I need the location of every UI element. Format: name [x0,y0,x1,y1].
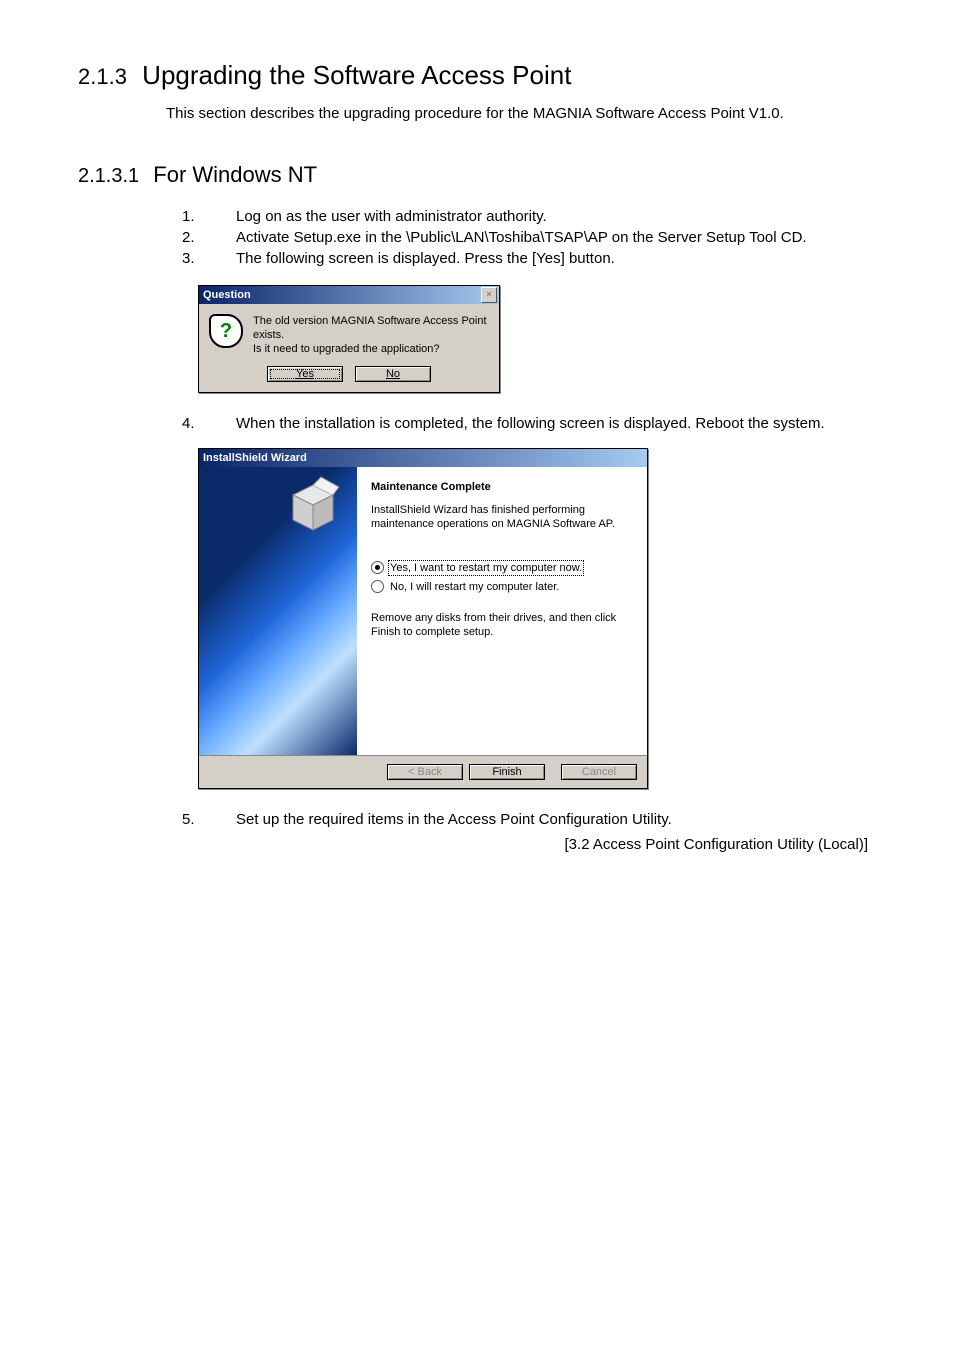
section-number: 2.1.3 [78,64,127,89]
cancel-button: Cancel [561,764,637,780]
dialog-titlebar: InstallShield Wizard [199,449,647,467]
subsection-number: 2.1.3.1 [78,165,139,187]
wizard-content: Maintenance Complete InstallShield Wizar… [357,467,647,755]
dialog-title: Question [203,289,251,301]
step-list: 1. Log on as the user with administrator… [182,208,876,267]
cross-reference: [3.2 Access Point Configuration Utility … [78,836,876,853]
step-list: 4. When the installation is completed, t… [182,415,876,432]
step-number: 5. [182,811,236,828]
dialog-title: InstallShield Wizard [203,452,307,464]
subsection-title: For Windows NT [153,162,317,187]
step-text: Log on as the user with administrator au… [236,208,876,225]
finish-button[interactable]: Finish [469,764,545,780]
step-list: 5. Set up the required items in the Acce… [182,811,876,828]
radio-label: No, I will restart my computer later. [390,581,559,593]
step-text: The following screen is displayed. Press… [236,250,876,267]
radio-icon [371,580,384,593]
wizard-note: Remove any disks from their drives, and … [371,611,633,639]
wizard-heading: Maintenance Complete [371,481,633,493]
section-heading: 2.1.3 Upgrading the Software Access Poin… [78,60,876,91]
subsection-heading: 2.1.3.1 For Windows NT [78,162,876,188]
list-item: 4. When the installation is completed, t… [182,415,876,432]
list-item: 5. Set up the required items in the Acce… [182,811,876,828]
wizard-side-graphic [199,467,357,755]
back-button: < Back [387,764,463,780]
step-number: 2. [182,229,236,246]
question-dialog: Question × The old version MAGNIA Softwa… [198,285,500,393]
radio-label: Yes, I want to restart my computer now. [390,562,582,574]
step-text: Set up the required items in the Access … [236,811,876,828]
list-item: 1. Log on as the user with administrator… [182,208,876,225]
dialog-titlebar: Question × [199,286,499,304]
step-text: Activate Setup.exe in the \Public\LAN\To… [236,229,876,246]
section-intro: This section describes the upgrading pro… [166,105,876,122]
step-text: When the installation is completed, the … [236,415,876,432]
installshield-dialog: InstallShield Wizard Maintenance Complet… [198,448,648,789]
box-icon [283,475,343,535]
step-number: 3. [182,250,236,267]
dialog-message-line: The old version MAGNIA Software Access P… [253,314,489,342]
list-item: 3. The following screen is displayed. Pr… [182,250,876,267]
wizard-paragraph: InstallShield Wizard has finished perfor… [371,503,633,531]
radio-option-restart-later[interactable]: No, I will restart my computer later. [371,580,633,593]
yes-button[interactable]: Yes [267,366,343,382]
list-item: 2. Activate Setup.exe in the \Public\LAN… [182,229,876,246]
dialog-message: The old version MAGNIA Software Access P… [253,314,489,356]
no-button[interactable]: No [355,366,431,382]
question-icon [209,314,243,348]
step-number: 1. [182,208,236,225]
close-icon[interactable]: × [481,287,497,303]
step-number: 4. [182,415,236,432]
section-title: Upgrading the Software Access Point [142,60,571,90]
radio-option-restart-now[interactable]: Yes, I want to restart my computer now. [371,561,633,574]
document-page: 2.1.3 Upgrading the Software Access Poin… [0,0,954,913]
radio-icon [371,561,384,574]
dialog-message-line: Is it need to upgraded the application? [253,342,489,356]
